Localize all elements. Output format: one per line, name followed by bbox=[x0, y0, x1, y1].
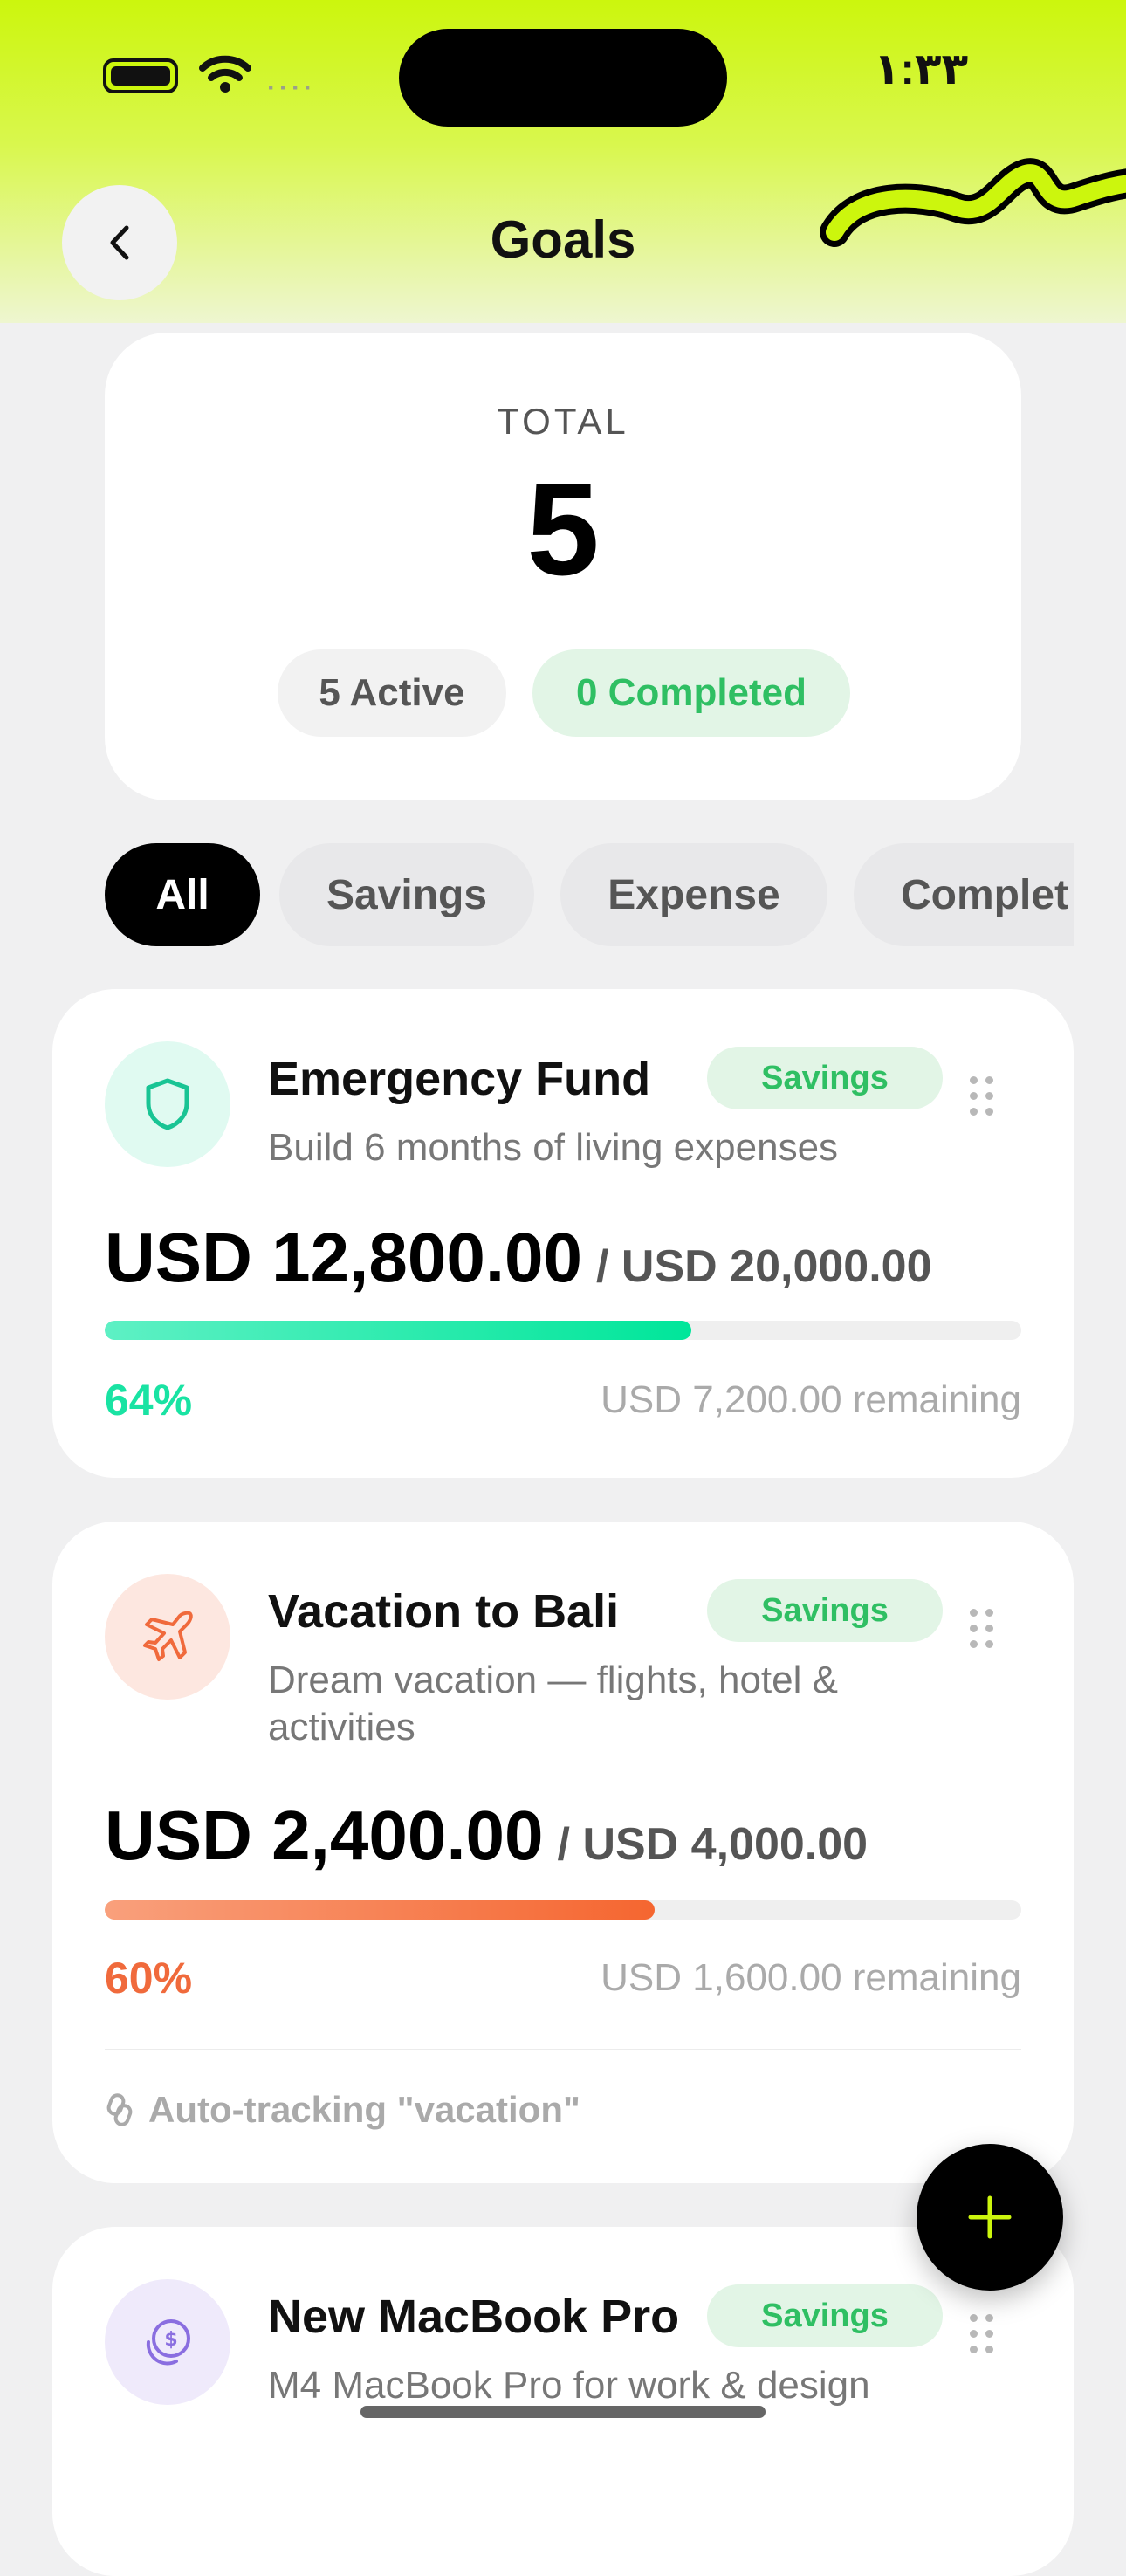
link-icon bbox=[106, 2093, 133, 2126]
summary-label: TOTAL bbox=[497, 401, 629, 442]
goal-card-macbook[interactable]: $ New MacBook Pro Savings M4 MacBook Pro… bbox=[52, 2227, 1074, 2576]
goal-target-amount: / USD 4,000.00 bbox=[557, 1819, 869, 1870]
drag-handle-icon[interactable] bbox=[965, 1609, 999, 1652]
goal-remaining: USD 7,200.00 remaining bbox=[601, 1378, 1021, 1421]
goal-current-amount: USD 12,800.00 bbox=[105, 1219, 583, 1296]
goal-card-emergency-fund[interactable]: Emergency Fund Savings Build 6 months of… bbox=[52, 989, 1074, 1478]
cellular-signal-icon: ···· bbox=[267, 73, 316, 102]
goal-type-badge: Savings bbox=[707, 1579, 943, 1642]
auto-tracking-label: Auto-tracking "vacation" bbox=[148, 2089, 580, 2130]
goal-title: Vacation to Bali bbox=[268, 1585, 620, 1638]
dynamic-island bbox=[399, 29, 727, 127]
active-count-badge: 5 Active bbox=[278, 649, 506, 737]
filter-completed[interactable]: Complet bbox=[854, 843, 1074, 946]
battery-icon bbox=[103, 58, 178, 93]
goal-divider bbox=[105, 2049, 1021, 2050]
goal-remaining: USD 1,600.00 remaining bbox=[601, 1956, 1021, 1999]
goal-card-vacation[interactable]: Vacation to Bali Savings Dream vacation … bbox=[52, 1522, 1074, 2183]
goal-type-badge: Savings bbox=[707, 2284, 943, 2347]
plus-icon bbox=[968, 2195, 1012, 2239]
goal-title: New MacBook Pro bbox=[268, 2291, 680, 2343]
goal-title: Emergency Fund bbox=[268, 1053, 651, 1105]
goal-target-amount: / USD 20,000.00 bbox=[596, 1241, 932, 1292]
goal-percent: 60% bbox=[105, 1954, 193, 2002]
drag-handle-icon[interactable] bbox=[965, 2314, 999, 2358]
goal-icon-container bbox=[105, 1574, 230, 1700]
goal-progress-bar bbox=[105, 1900, 1021, 1920]
filter-expense[interactable]: Expense bbox=[560, 843, 827, 946]
squiggle-decoration bbox=[820, 158, 1126, 247]
wifi-icon bbox=[199, 55, 251, 93]
status-time: ١:٣٣ bbox=[873, 45, 969, 93]
goal-description: Build 6 months of living expenses bbox=[268, 1126, 839, 1169]
goal-amount-row: USD 2,400.00 / USD 4,000.00 bbox=[105, 1796, 868, 1876]
goal-percent: 64% bbox=[105, 1376, 193, 1425]
summary-total: 5 bbox=[526, 456, 600, 602]
auto-tracking-row: Auto-tracking "vacation" bbox=[105, 2089, 580, 2131]
goal-icon-container: $ bbox=[105, 2279, 230, 2405]
svg-text:$: $ bbox=[164, 2329, 177, 2351]
completed-count-badge: 0 Completed bbox=[532, 649, 850, 737]
drag-handle-icon[interactable] bbox=[965, 1076, 999, 1120]
add-goal-button[interactable] bbox=[917, 2144, 1063, 2291]
goal-description: M4 MacBook Pro for work & design bbox=[268, 2364, 870, 2407]
coin-dollar-icon: $ bbox=[146, 2319, 190, 2366]
goal-progress-fill bbox=[105, 1321, 691, 1340]
goal-progress-bar bbox=[105, 1321, 1021, 1340]
goal-type-badge: Savings bbox=[707, 1047, 943, 1109]
home-indicator bbox=[360, 2406, 766, 2418]
filter-all[interactable]: All bbox=[105, 843, 260, 946]
goal-current-amount: USD 2,400.00 bbox=[105, 1796, 544, 1874]
goal-description: Dream vacation — flights, hotel & activi… bbox=[268, 1659, 838, 1748]
goal-icon-container bbox=[105, 1041, 230, 1167]
filter-chips: All Savings Expense Complet bbox=[105, 843, 1074, 948]
filter-savings[interactable]: Savings bbox=[279, 843, 534, 946]
airplane-icon bbox=[143, 1611, 193, 1661]
goal-amount-row: USD 12,800.00 / USD 20,000.00 bbox=[105, 1218, 932, 1298]
goal-progress-fill bbox=[105, 1900, 655, 1920]
status-bar: ···· ١:٣٣ bbox=[0, 0, 1126, 148]
summary-card: TOTAL 5 5 Active 0 Completed bbox=[105, 333, 1021, 800]
shield-icon bbox=[146, 1078, 189, 1130]
